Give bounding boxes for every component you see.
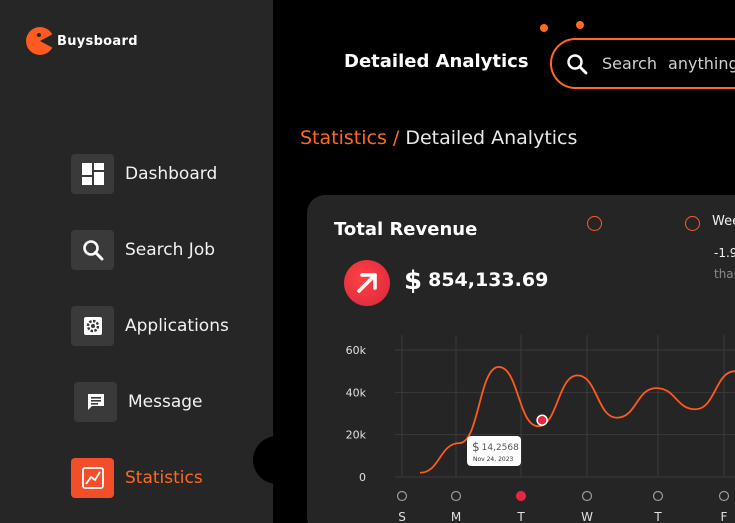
selected-data-point <box>536 414 548 426</box>
y-tick-label: 40k <box>346 386 367 399</box>
tooltip-amount: 14,2568 <box>481 443 519 453</box>
tooltip-currency: $ <box>472 440 480 454</box>
day-marker <box>652 490 664 502</box>
y-tick-label: 0 <box>359 471 366 484</box>
x-tick-label: S <box>398 510 406 523</box>
app-window: Buysboard Dashboard Search Job Applicati… <box>0 0 735 523</box>
day-marker <box>396 490 408 502</box>
day-marker <box>515 490 527 502</box>
tooltip-value: $14,2568 <box>472 440 519 454</box>
day-marker <box>450 490 462 502</box>
y-tick-label: 60k <box>346 344 367 357</box>
day-marker <box>581 490 593 502</box>
day-marker <box>718 490 730 502</box>
x-tick-label: T <box>653 510 662 523</box>
x-tick-label: W <box>581 510 593 523</box>
x-tick-label: F <box>721 510 728 523</box>
x-tick-label: M <box>451 510 461 523</box>
x-tick-label: T <box>516 510 525 523</box>
y-tick-label: 20k <box>346 429 367 442</box>
tooltip-date: Nov 24, 2023 <box>473 456 514 463</box>
revenue-chart: 60k 40k 20k 0 S M T W T F <box>346 335 735 523</box>
chart-tooltip: $14,2568 Nov 24, 2023 <box>467 436 521 466</box>
